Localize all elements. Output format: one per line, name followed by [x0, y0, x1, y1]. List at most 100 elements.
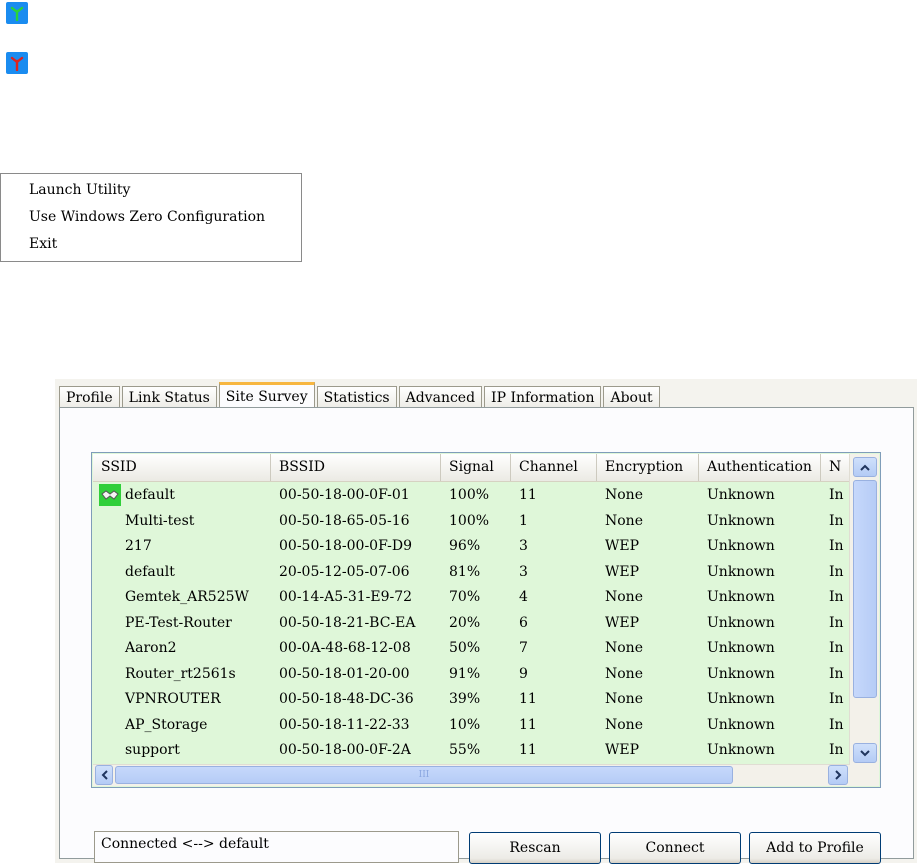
menu-item-launch-utility[interactable]: Launch Utility [1, 180, 301, 207]
tab-profile[interactable]: Profile [59, 386, 120, 409]
chevron-left-icon [101, 770, 108, 780]
tab-link-status[interactable]: Link Status [121, 386, 217, 409]
cell-bssid-text: 00-50-18-65-05-16 [279, 512, 410, 529]
tab-about[interactable]: About [603, 386, 660, 409]
cell-network-type: In [821, 509, 849, 535]
cell-ssid: default [93, 483, 271, 509]
antenna-red-icon[interactable] [6, 52, 28, 74]
cell-signal-text: 70% [449, 589, 481, 605]
tab-ip-information[interactable]: IP Information [484, 386, 602, 409]
antenna-green-icon[interactable] [6, 2, 28, 24]
cell-bssid-text: 00-50-18-01-20-00 [279, 665, 410, 682]
cell-signal-text: 20% [449, 614, 481, 631]
cell-channel: 7 [511, 636, 597, 662]
cell-ssid: PE-Test-Router [93, 611, 271, 637]
scroll-left-button[interactable] [95, 765, 113, 785]
tab-site-survey[interactable]: Site Survey [218, 382, 315, 409]
connect-button[interactable]: Connect [609, 832, 741, 864]
cell-encryption: None [597, 483, 699, 509]
cell-channel-text: 6 [519, 614, 528, 631]
tray-context-menu: Launch Utility Use Windows Zero Configur… [0, 173, 302, 262]
cell-encryption-text: None [605, 691, 643, 707]
rescan-button[interactable]: Rescan [469, 832, 601, 864]
horizontal-scroll-thumb[interactable]: III [115, 766, 733, 784]
cell-network-type-text: In [829, 665, 844, 682]
cell-network-type-text: In [829, 589, 844, 605]
cell-encryption-text: None [605, 487, 643, 503]
cell-bssid: 00-50-18-00-0F-01 [271, 483, 441, 509]
cell-bssid: 00-50-18-65-05-16 [271, 509, 441, 535]
table-row[interactable]: Multi-test 00-50-18-65-05-16 100% 1 None Unkn… [93, 509, 849, 535]
cell-channel-text: 1 [519, 512, 528, 529]
chevron-up-icon [860, 464, 870, 471]
cell-bssid-text: 00-50-18-21-BC-EA [279, 614, 416, 631]
site-survey-list[interactable]: SSID BSSID Signal Channel Encryption Aut… [91, 452, 881, 788]
cell-channel-text: 3 [519, 538, 528, 554]
column-header-network-type[interactable]: N [821, 454, 849, 481]
table-row[interactable]: default 20-05-12-05-07-06 81% 3 WEP Unknown In [93, 560, 849, 586]
table-row[interactable]: VPNROUTER 00-50-18-48-DC-36 39% 11 None Unkno… [93, 687, 849, 713]
vertical-scrollbar[interactable] [849, 454, 879, 766]
tab-statistics[interactable]: Statistics [316, 386, 397, 409]
cell-channel: 11 [511, 738, 597, 764]
cell-network-type: In [821, 636, 849, 662]
column-header-channel[interactable]: Channel [511, 454, 597, 481]
column-header-encryption[interactable]: Encryption [597, 454, 699, 481]
table-row[interactable]: support 00-50-18-00-0F-2A 55% 11 WEP Unknown I… [93, 738, 849, 764]
cell-bssid: 20-05-12-05-07-06 [271, 560, 441, 586]
cell-encryption-text: None [605, 589, 643, 605]
column-header-bssid[interactable]: BSSID [271, 454, 441, 481]
column-header-authentication[interactable]: Authentication [699, 454, 821, 481]
cell-ssid: Aaron2 [93, 636, 271, 662]
cell-network-type-text: In [829, 538, 844, 554]
table-row[interactable]: default 00-50-18-00-0F-01 100% 11 None Unknow… [93, 483, 849, 509]
cell-ssid: support [93, 738, 271, 764]
cell-signal: 100% [441, 509, 511, 535]
cell-channel-text: 9 [519, 665, 528, 682]
cell-ssid: 217 [93, 534, 271, 560]
cell-authentication-text: Unknown [707, 742, 775, 758]
cell-authentication: Unknown [699, 509, 821, 535]
cell-signal-text: 81% [449, 563, 481, 580]
scroll-right-button[interactable] [828, 765, 848, 785]
table-row[interactable]: Aaron2 00-0A-48-68-12-08 50% 7 None Unknown In [93, 636, 849, 662]
cell-encryption: None [597, 662, 699, 688]
cell-encryption: None [597, 509, 699, 535]
horizontal-scrollbar[interactable]: III [93, 764, 850, 786]
cell-authentication-text: Unknown [707, 487, 775, 503]
table-row[interactable]: Router_rt2561s 00-50-18-01-20-00 91% 9 None U… [93, 662, 849, 688]
menu-item-use-wzc[interactable]: Use Windows Zero Configuration [1, 207, 301, 234]
cell-encryption: WEP [597, 611, 699, 637]
tab-advanced[interactable]: Advanced [398, 386, 483, 409]
cell-signal: 91% [441, 662, 511, 688]
cell-authentication-text: Unknown [707, 563, 775, 580]
cell-bssid-text: 00-50-18-11-22-33 [279, 716, 410, 733]
table-row[interactable]: 217 00-50-18-00-0F-D9 96% 3 WEP Unknown In [93, 534, 849, 560]
scroll-down-button[interactable] [853, 743, 877, 763]
cell-authentication-text: Unknown [707, 665, 775, 682]
cell-network-type: In [821, 687, 849, 713]
menu-item-exit[interactable]: Exit [1, 234, 301, 261]
cell-encryption-text: None [605, 640, 643, 656]
cell-network-type: In [821, 713, 849, 739]
table-row[interactable]: AP_Storage 00-50-18-11-22-33 10% 11 None Unkn… [93, 713, 849, 739]
table-row[interactable]: PE-Test-Router 00-50-18-21-BC-EA 20% 6 WEP Un… [93, 611, 849, 637]
tab-bar: Profile Link Status Site Survey Statisti… [59, 382, 662, 409]
vertical-scroll-thumb[interactable] [853, 480, 877, 698]
site-survey-page: SSID BSSID Signal Channel Encryption Aut… [59, 407, 914, 864]
table-row[interactable]: Gemtek_AR525W 00-14-A5-31-E9-72 70% 4 None Un… [93, 585, 849, 611]
column-header-signal[interactable]: Signal [441, 454, 511, 481]
add-to-profile-button[interactable]: Add to Profile [749, 832, 881, 864]
cell-signal-text: 100% [449, 487, 490, 503]
cell-network-type-text: In [829, 614, 844, 631]
chevron-down-icon [860, 749, 870, 756]
cell-encryption: WEP [597, 560, 699, 586]
cell-channel: 3 [511, 560, 597, 586]
scroll-up-button[interactable] [853, 457, 877, 477]
cell-channel: 6 [511, 611, 597, 637]
cell-network-type-text: In [829, 512, 844, 529]
cell-authentication: Unknown [699, 483, 821, 509]
column-header-ssid[interactable]: SSID [93, 454, 271, 481]
cell-channel-text: 11 [519, 487, 537, 503]
cell-ssid-text: PE-Test-Router [125, 614, 232, 631]
